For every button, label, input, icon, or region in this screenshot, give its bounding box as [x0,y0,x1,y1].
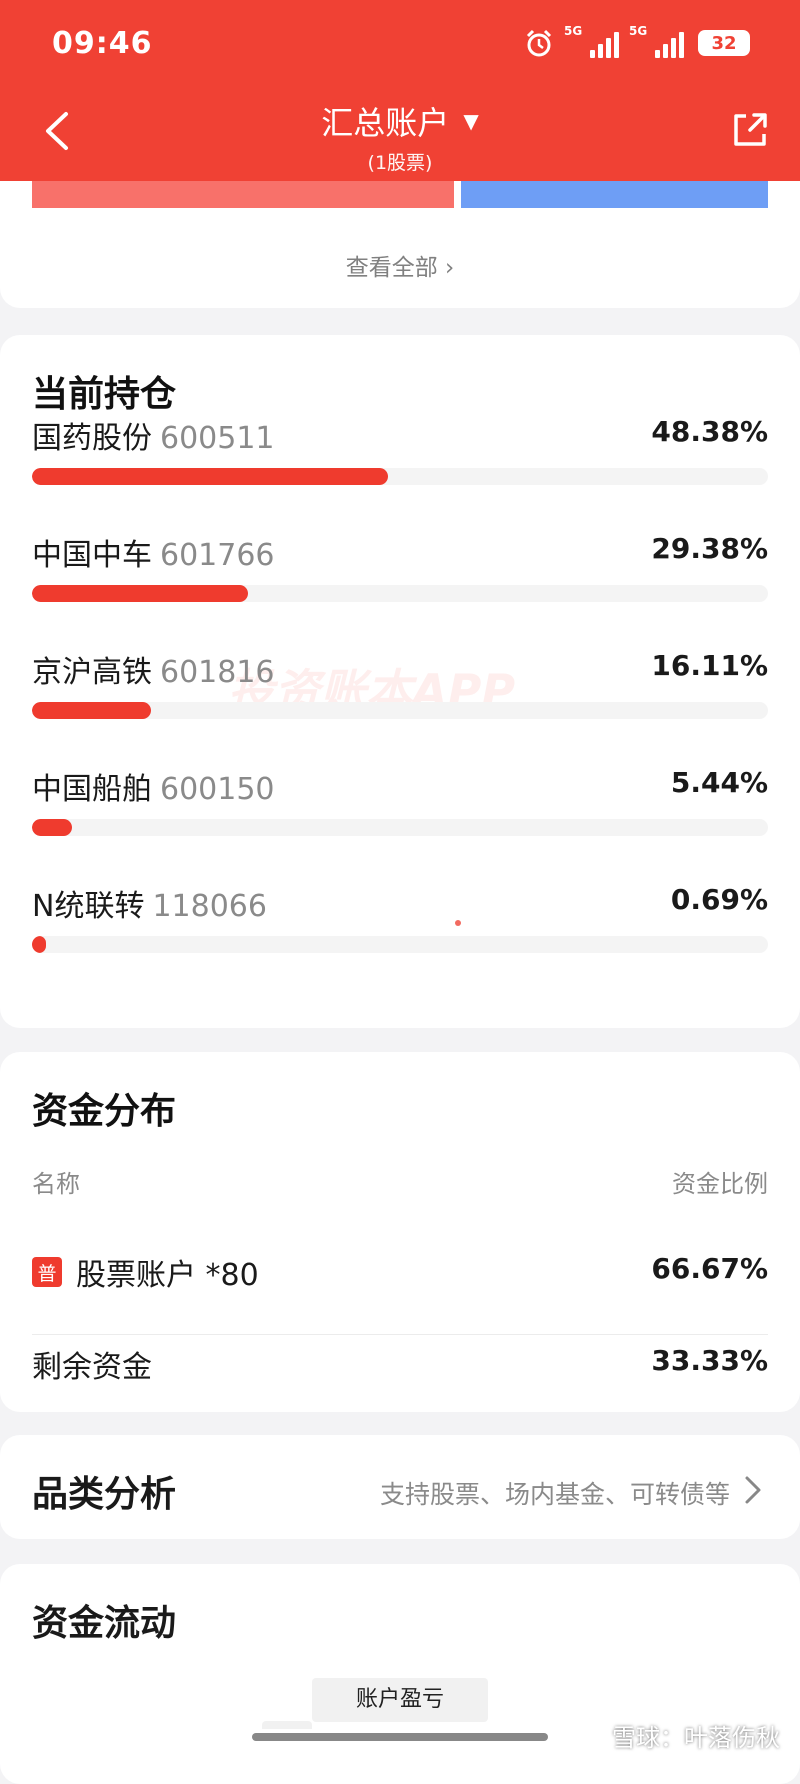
holding-row[interactable]: 中国中车 601766 29.38% [32,530,768,620]
holding-name: 国药股份 600511 [32,421,275,456]
category-desc: 支持股票、场内基金、可转债等 [379,1480,730,1509]
page-subtitle: (1股票) [367,152,433,174]
holding-pct: 5.44% [670,766,768,799]
status-time: 09:46 [52,26,153,61]
alarm-icon [526,29,552,57]
fund-row-remaining: 剩余资金 33.33% [32,1334,768,1394]
holding-progress-track [32,936,768,953]
share-icon[interactable] [730,110,770,150]
holding-row[interactable]: 京沪高铁 601816 16.11% [32,647,768,737]
category-title: 品类分析 [32,1474,177,1515]
fund-col-name: 名称 [32,1170,80,1198]
holding-code: 118066 [152,889,267,924]
holding-pct: 0.69% [670,883,768,916]
holding-pct: 48.38% [651,415,768,448]
holding-row[interactable]: 中国船舶 600150 5.44% [32,764,768,854]
holding-progress-fill [32,468,389,485]
home-indicator[interactable] [252,1733,548,1741]
holding-name: N统联转 118066 [32,889,267,924]
signal-icon-2: 5G [629,24,684,58]
view-all-link[interactable]: 查看全部 › [0,248,800,282]
holding-progress-fill [32,585,249,602]
holding-code: 600150 [160,772,275,807]
account-selector[interactable]: 汇总账户 ▼ (1股票) [0,98,800,175]
battery-icon: 32 [698,30,750,56]
app-header: 09:46 5G 5G 32 汇总账户 ▼ (1股票) [0,0,800,181]
status-icons: 5G 5G 32 [524,24,750,58]
holding-row[interactable]: 国药股份 600511 48.38% [32,413,768,503]
fund-row-name: 股票账户 *80 [76,1258,259,1293]
holding-progress-fill [32,819,73,836]
page-title: 汇总账户 [321,104,450,142]
category-analysis-card[interactable]: 品类分析 支持股票、场内基金、可转债等 [0,1435,800,1539]
chevron-right-icon [745,1476,761,1504]
fund-row-pct: 66.67% [651,1252,768,1285]
holding-name: 中国中车 601766 [32,538,275,573]
holding-progress-fill [32,936,46,953]
fund-row-name: 剩余资金 [32,1350,152,1385]
holding-progress-fill [32,702,151,719]
holding-progress-track [32,819,768,836]
holding-code: 601816 [160,655,275,690]
caret-down-icon: ▼ [463,109,479,133]
holding-progress-track [32,468,768,485]
flow-title: 资金流动 [32,1603,177,1644]
signal-icon: 5G [564,24,619,58]
watermark-credit: 雪球：叶落伤秋 [612,1724,780,1752]
holdings-card: 当前持仓 投资账本APP 国药股份 600511 48.38% 中国中车 601766 2… [0,335,800,1028]
holding-progress-track [32,702,768,719]
holding-code: 601766 [160,538,275,573]
holding-row[interactable]: N统联转 118066 0.69% [32,881,768,971]
fund-row-stock-account[interactable]: 普 股票账户 *80 66.67% [32,1242,768,1302]
holding-pct: 16.11% [651,649,768,682]
account-type-badge: 普 [32,1257,62,1287]
holding-name: 京沪高铁 601816 [32,655,275,690]
fund-col-ratio: 资金比例 [672,1170,768,1198]
tab-secondary[interactable] [262,1721,312,1729]
fund-title: 资金分布 [32,1091,177,1132]
tab-account-pnl[interactable]: 账户盈亏 [312,1678,488,1722]
holdings-title: 当前持仓 [32,374,177,415]
fund-row-pct: 33.33% [651,1344,768,1377]
holding-pct: 29.38% [651,532,768,565]
holding-progress-track [32,585,768,602]
holding-name: 中国船舶 600150 [32,772,275,807]
holding-code: 600511 [160,421,275,456]
fund-distribution-card: 资金分布 名称 资金比例 普 股票账户 *80 66.67% 剩余资金 33.3… [0,1052,800,1412]
